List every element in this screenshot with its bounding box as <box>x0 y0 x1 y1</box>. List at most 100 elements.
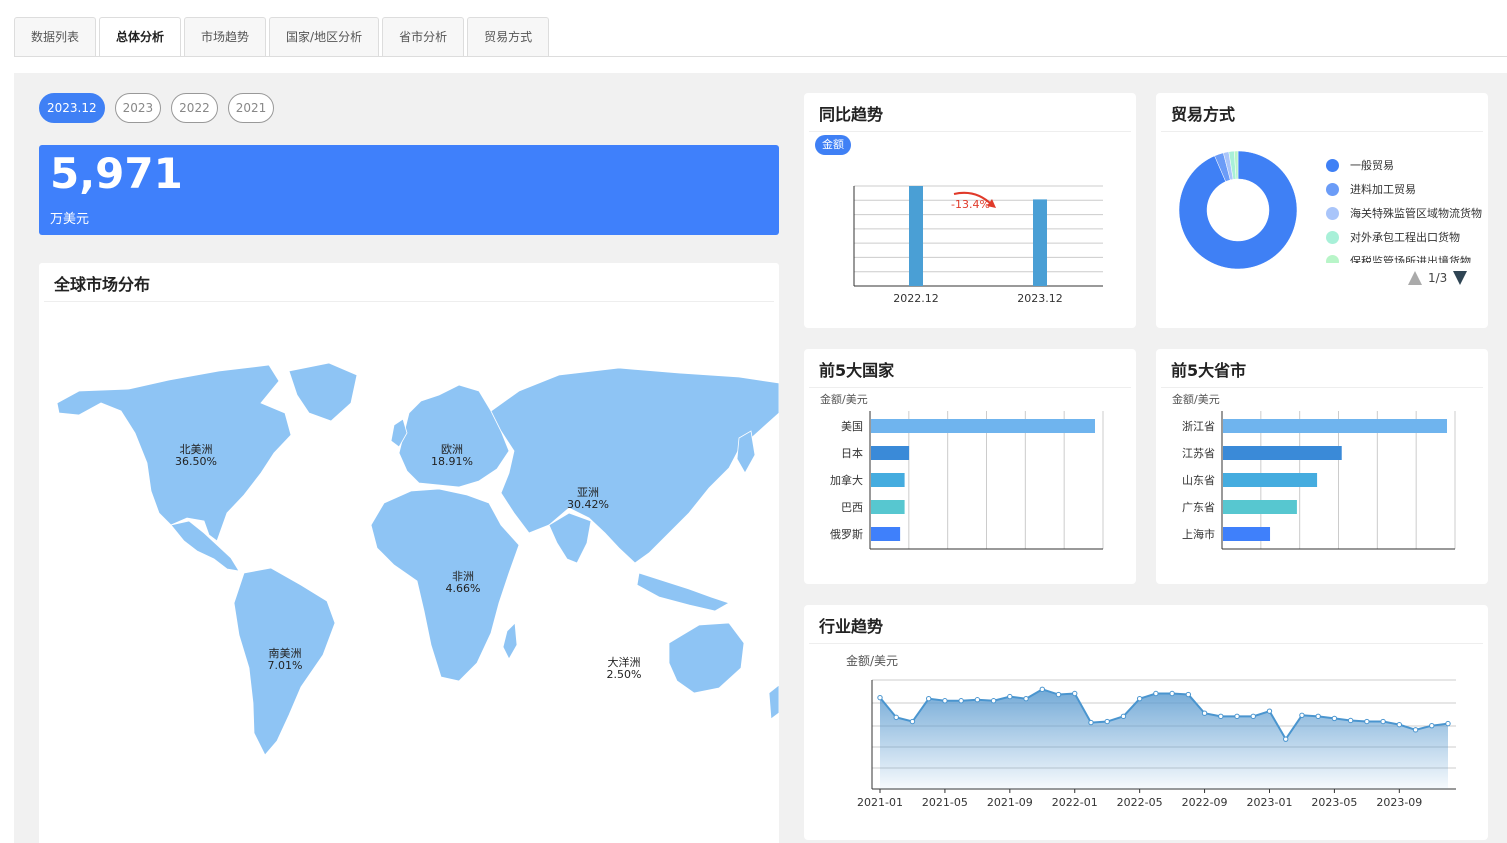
x-tick-label: 2023.12 <box>1017 292 1063 305</box>
data-point <box>893 714 899 721</box>
x-tick-label: 2021-01 <box>857 796 903 809</box>
data-point <box>1299 712 1305 718</box>
tab-5[interactable]: 贸易方式 <box>467 17 550 57</box>
pager-next-icon[interactable] <box>1453 271 1468 285</box>
india-shape <box>548 512 592 564</box>
legend-item[interactable]: 海关特殊监管区域物流货物 <box>1326 201 1488 225</box>
southeast-asia-shape <box>636 572 730 612</box>
x-tick-label: 2023-09 <box>1376 796 1422 809</box>
australia-shape <box>668 622 745 694</box>
europe-shape <box>398 384 510 488</box>
data-point <box>1234 713 1240 720</box>
region-pct-label: 36.50% <box>175 455 217 468</box>
data-point <box>1169 690 1175 697</box>
category-label: 加拿大 <box>830 473 863 487</box>
data-point <box>974 697 981 703</box>
x-tick-label: 2021-09 <box>987 796 1033 809</box>
x-tick-label: 2023-01 <box>1247 796 1293 809</box>
legend-dot-icon <box>1326 158 1339 172</box>
data-point <box>925 695 932 702</box>
data-point <box>1104 718 1110 725</box>
data-point <box>1120 713 1127 720</box>
data-point <box>1347 717 1354 724</box>
x-tick-label: 2022-01 <box>1052 796 1098 809</box>
total-value: 5,971 <box>50 149 183 198</box>
legend-label: 进料加工贸易 <box>1350 183 1416 196</box>
data-point <box>1266 708 1273 714</box>
data-point <box>942 698 948 704</box>
yoy-bar <box>1033 199 1047 286</box>
x-tick-label: 2021-05 <box>922 796 968 809</box>
legend-label: 对外承包工程出口货物 <box>1350 231 1460 244</box>
bar <box>1223 446 1342 460</box>
countries-card: 前5大国家 金额/美元 美国 日本 加拿大 巴西 俄罗斯 <box>804 349 1136 584</box>
data-point <box>877 694 883 701</box>
year-pill-1[interactable]: 2023 <box>114 93 162 123</box>
x-tick-label: 2023-05 <box>1311 796 1357 809</box>
tab-4[interactable]: 省市分析 <box>382 17 465 57</box>
category-label: 浙江省 <box>1182 420 1215 433</box>
year-filter: 2023.12 2023 2022 2021 <box>39 93 275 123</box>
tab-divider <box>14 56 1507 57</box>
total-card: 5,971 万美元 <box>39 145 779 235</box>
dashboard-area: 2023.12 2023 2022 2021 5,971 万美元 全球市场分布 <box>14 73 1507 843</box>
region-pct-label: 4.66% <box>446 582 481 595</box>
bar <box>871 500 905 514</box>
region-pct-label: 2.50% <box>607 668 642 681</box>
data-point <box>1153 690 1159 697</box>
trade-card: 贸易方式 一般贸易 进料加工贸易 海关特殊监管区域物流货物 对外承包工程出口货物 保税监… <box>1156 93 1488 328</box>
provinces-card: 前5大省市 金额/美元 浙江省 江苏省 山东省 广东省 上海市 <box>1156 349 1488 584</box>
data-point <box>990 698 997 704</box>
region-name-label: 大洋洲 <box>608 655 641 669</box>
madagascar-shape <box>502 622 518 660</box>
bar <box>1223 473 1318 487</box>
pager-prev-icon[interactable] <box>1408 271 1422 285</box>
legend-item[interactable]: 进料加工贸易 <box>1326 177 1488 201</box>
year-pill-2[interactable]: 2022 <box>171 93 218 123</box>
yoy-bar <box>909 186 923 286</box>
industry-area-chart: 2021-01 2021-05 2021-09 2022-01 2022-05 2022-… <box>857 679 1456 809</box>
tab-3[interactable]: 国家/地区分析 <box>269 17 380 57</box>
bar <box>1223 500 1297 514</box>
legend-label: 海关特殊监管区域物流货物 <box>1350 207 1482 220</box>
category-label: 江苏省 <box>1182 447 1215 460</box>
data-point <box>1331 715 1338 722</box>
data-point <box>1429 722 1435 729</box>
region-pct-label: 30.42% <box>567 498 609 511</box>
bar <box>871 419 1095 433</box>
total-unit: 万美元 <box>50 212 90 227</box>
central-america-shape <box>170 520 240 572</box>
tab-bar: 数据列表 总体分析 市场趋势 国家/地区分析 省市分析 贸易方式 <box>14 17 550 57</box>
change-label: -13.4% <box>951 198 990 211</box>
legend-label: 保税监管场所进出境货物 <box>1350 255 1471 263</box>
data-point <box>958 698 964 704</box>
world-map[interactable]: 北美洲36.50%欧洲18.91%亚洲30.42%非洲4.66%南美洲7.01%… <box>39 263 779 843</box>
bar <box>1223 419 1447 433</box>
tab-1[interactable]: 总体分析 <box>99 17 182 57</box>
countries-bar-chart: 美国日本加拿大巴西俄罗斯 <box>830 411 1104 550</box>
legend-item[interactable]: 对外承包工程出口货物 <box>1326 225 1488 249</box>
data-point <box>909 718 916 725</box>
region-pct-label: 18.91% <box>431 455 473 468</box>
legend-item[interactable]: 保税监管场所进出境货物 <box>1326 249 1488 263</box>
year-pill-3[interactable]: 2021 <box>227 93 275 123</box>
yoy-chart: 2022.12 2023.12 -13.4% <box>853 185 1103 305</box>
legend-dot-icon <box>1326 254 1339 263</box>
bar <box>871 473 905 487</box>
region-pct-label: 7.01% <box>268 659 303 672</box>
data-point <box>1283 736 1289 742</box>
area-fill <box>880 689 1448 789</box>
data-point <box>1412 727 1419 733</box>
x-tick-label: 2022-05 <box>1117 796 1163 809</box>
bar <box>871 527 901 541</box>
tab-0[interactable]: 数据列表 <box>14 17 97 57</box>
yoy-card: 同比趋势 金额 2022.12 2023.12 -13.4% <box>804 93 1136 328</box>
tab-2[interactable]: 市场趋势 <box>184 17 267 57</box>
legend-item[interactable]: 一般贸易 <box>1326 153 1488 177</box>
year-pill-0[interactable]: 2023.12 <box>39 93 105 123</box>
data-point <box>1396 721 1403 728</box>
industry-card: 行业趋势 金额/美元 2021-01 2021-05 2021-09 2022-01 2… <box>804 605 1488 840</box>
x-tick-label: 2022.12 <box>893 292 939 305</box>
asia-shape <box>490 367 779 564</box>
legend-dot-icon <box>1326 182 1339 196</box>
